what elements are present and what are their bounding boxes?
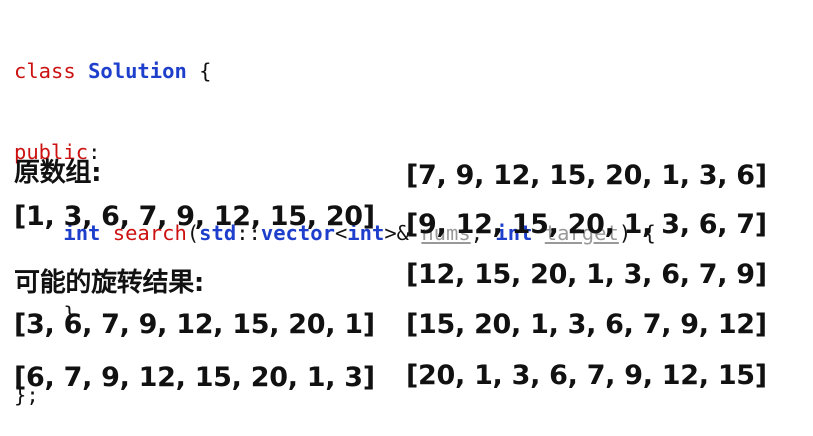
open-brace: { xyxy=(199,59,212,83)
original-heading: 原数组: xyxy=(14,158,102,188)
rotation-right-2: [9, 12, 15, 20, 1, 3, 6, 7] xyxy=(406,209,767,240)
rotations-heading: 可能的旋转结果: xyxy=(14,268,204,298)
rotation-right-3: [12, 15, 20, 1, 3, 6, 7, 9] xyxy=(406,259,767,290)
rotation-left-1: [3, 6, 7, 9, 12, 15, 20, 1] xyxy=(14,309,375,340)
class-name: Solution xyxy=(88,59,187,83)
rotation-right-4: [15, 20, 1, 3, 6, 7, 9, 12] xyxy=(406,309,767,340)
rotation-left-2: [6, 7, 9, 12, 15, 20, 1, 3] xyxy=(14,362,375,393)
rotation-right-5: [20, 1, 3, 6, 7, 9, 12, 15] xyxy=(406,360,767,391)
keyword-class: class xyxy=(14,59,76,83)
rotation-right-1: [7, 9, 12, 15, 20, 1, 3, 6] xyxy=(406,160,767,191)
original-array: [1, 3, 6, 7, 9, 12, 15, 20] xyxy=(14,201,375,232)
code-line-class: class Solution { xyxy=(14,58,656,85)
